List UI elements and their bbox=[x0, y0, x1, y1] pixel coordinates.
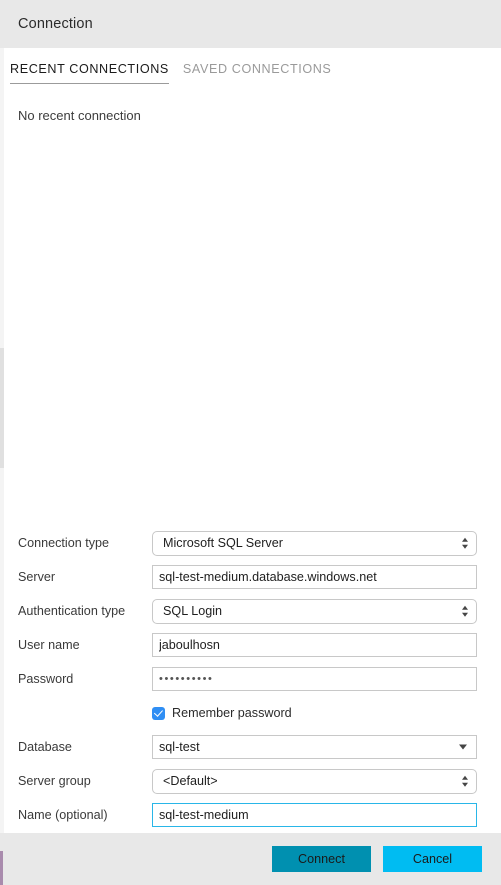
server-group-field-wrap: <Default> bbox=[152, 768, 501, 794]
remember-password-row[interactable]: Remember password bbox=[0, 696, 501, 730]
connection-type-value: Microsoft SQL Server bbox=[163, 536, 283, 550]
stepper-arrows-icon bbox=[462, 537, 468, 549]
name-optional-field-wrap bbox=[152, 803, 501, 827]
cancel-button[interactable]: Cancel bbox=[383, 846, 482, 872]
server-group-label: Server group bbox=[18, 774, 91, 788]
server-field-wrap bbox=[152, 565, 501, 589]
form-row-password: Password bbox=[0, 662, 501, 696]
server-group-select[interactable]: <Default> bbox=[152, 768, 477, 794]
database-label: Database bbox=[18, 740, 72, 754]
dialog-title: Connection bbox=[18, 16, 93, 32]
form-row-name-optional: Name (optional) bbox=[0, 798, 501, 832]
database-field-wrap: sql-test bbox=[152, 735, 501, 759]
database-combobox[interactable]: sql-test bbox=[152, 735, 477, 759]
form-row-authentication-type: Authentication type SQL Login bbox=[0, 594, 501, 628]
user-name-input[interactable] bbox=[152, 633, 477, 657]
password-field-wrap bbox=[152, 667, 501, 691]
form-row-server: Server bbox=[0, 560, 501, 594]
connection-type-field-wrap: Microsoft SQL Server bbox=[152, 530, 501, 556]
recent-connections-empty-text: No recent connection bbox=[18, 108, 141, 123]
remember-password-checkbox[interactable] bbox=[152, 706, 165, 720]
stepper-arrows-icon bbox=[462, 775, 468, 787]
tab-saved-connections-label: SAVED CONNECTIONS bbox=[182, 62, 332, 76]
user-name-label: User name bbox=[18, 638, 80, 652]
authentication-type-label: Authentication type bbox=[18, 604, 126, 618]
authentication-type-select[interactable]: SQL Login bbox=[152, 598, 477, 624]
scrollbar-thumb[interactable] bbox=[0, 348, 4, 468]
authentication-type-field-wrap: SQL Login bbox=[152, 598, 501, 624]
user-name-field-wrap bbox=[152, 633, 501, 657]
tab-saved-connections[interactable]: SAVED CONNECTIONS bbox=[183, 62, 332, 84]
form-row-user-name: User name bbox=[0, 628, 501, 662]
database-value: sql-test bbox=[159, 740, 200, 754]
form-row-connection-type: Connection type Microsoft SQL Server bbox=[0, 526, 501, 560]
dialog-body: RECENT CONNECTIONS SAVED CONNECTIONS No … bbox=[0, 48, 501, 867]
form-row-database: Database sql-test bbox=[0, 730, 501, 764]
tab-recent-connections-label: RECENT CONNECTIONS bbox=[10, 62, 169, 76]
footer-accent-bar bbox=[0, 851, 3, 885]
connection-form: Connection type Microsoft SQL Server Ser… bbox=[0, 526, 501, 867]
tab-recent-connections[interactable]: RECENT CONNECTIONS bbox=[10, 62, 169, 84]
password-label: Password bbox=[18, 672, 74, 686]
tab-bar: RECENT CONNECTIONS SAVED CONNECTIONS bbox=[0, 48, 501, 84]
connect-button[interactable]: Connect bbox=[272, 846, 371, 872]
remember-password-label: Remember password bbox=[172, 706, 292, 720]
name-optional-label: Name (optional) bbox=[18, 808, 108, 822]
dialog-header: Connection bbox=[0, 0, 501, 48]
server-group-value: <Default> bbox=[163, 774, 218, 788]
connection-type-label: Connection type bbox=[18, 536, 110, 550]
dialog-footer: Connect Cancel bbox=[0, 833, 501, 885]
connection-type-select[interactable]: Microsoft SQL Server bbox=[152, 530, 477, 556]
chevron-down-icon bbox=[459, 744, 467, 750]
name-optional-input[interactable] bbox=[152, 803, 477, 827]
server-input[interactable] bbox=[152, 565, 477, 589]
stepper-arrows-icon bbox=[462, 605, 468, 617]
password-input[interactable] bbox=[152, 667, 477, 691]
server-label: Server bbox=[18, 570, 56, 584]
authentication-type-value: SQL Login bbox=[163, 604, 223, 618]
form-row-server-group: Server group <Default> bbox=[0, 764, 501, 798]
